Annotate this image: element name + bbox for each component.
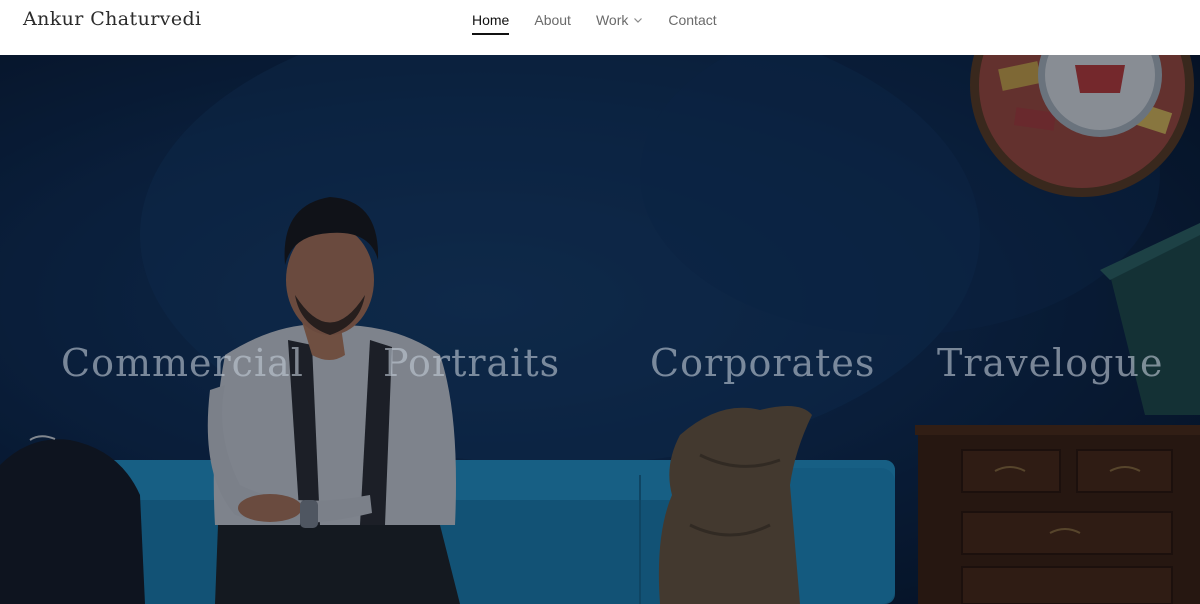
nav-about[interactable]: About [534,0,571,40]
nav-work-label: Work [595,12,629,28]
category-travelogue[interactable]: Travelogue [937,341,1163,385]
category-commercial[interactable]: Commercial [61,341,304,385]
site-logo-text[interactable]: Ankur Chaturvedi [23,8,202,30]
nav-home[interactable]: Home [472,0,510,40]
nav-contact[interactable]: Contact [668,0,716,40]
nav-work[interactable]: Work [596,0,643,40]
site-header: Ankur Chaturvedi Home About Work Contact [0,0,1200,55]
hero-banner: Commercial Portraits Corporates Travelog… [0,55,1200,604]
hero-photo [0,55,1200,604]
main-nav: Home About Work Contact [472,0,742,55]
chevron-down-icon [634,18,643,23]
category-portraits[interactable]: Portraits [383,341,560,385]
category-corporates[interactable]: Corporates [650,341,875,385]
